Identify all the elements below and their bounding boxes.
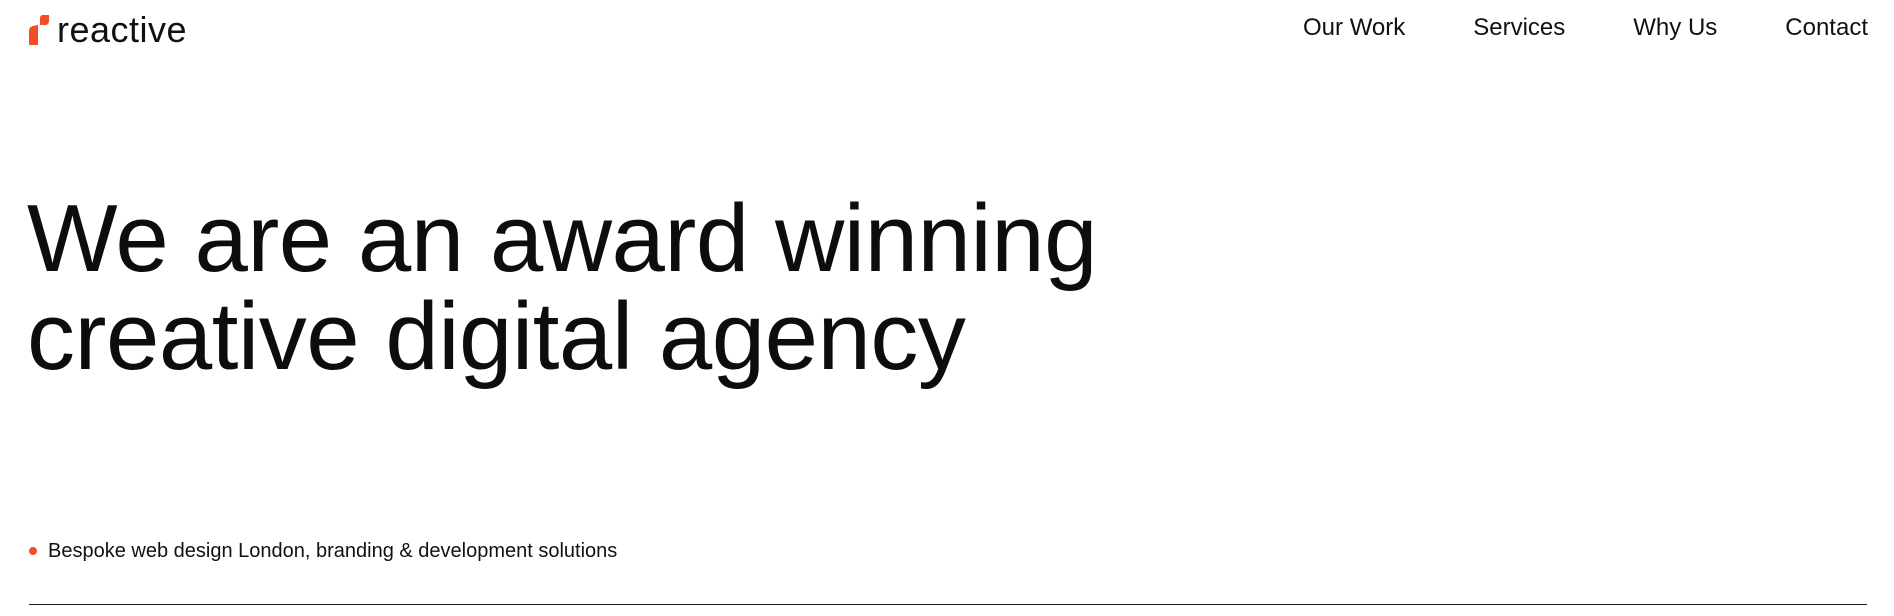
page: reactive Our Work Services Why Us Contac… bbox=[0, 0, 1894, 616]
bullet-dot-icon bbox=[29, 547, 37, 555]
hero-tagline: Bespoke web design London, branding & de… bbox=[29, 538, 617, 564]
brand-name: reactive bbox=[57, 9, 188, 50]
nav-item-services[interactable]: Services bbox=[1473, 12, 1565, 44]
site-header: reactive Our Work Services Why Us Contac… bbox=[0, 0, 1894, 64]
hero-headline: We are an award winning creative digital… bbox=[27, 185, 1098, 390]
reactive-logo-mark-icon bbox=[29, 15, 49, 45]
logo-link[interactable]: reactive bbox=[29, 12, 187, 48]
section-divider bbox=[29, 604, 1867, 605]
nav-item-why-us[interactable]: Why Us bbox=[1633, 12, 1717, 44]
nav-item-contact[interactable]: Contact bbox=[1785, 12, 1868, 44]
hero-tagline-text: Bespoke web design London, branding & de… bbox=[48, 540, 618, 562]
hero-headline-line-2: creative digital agency bbox=[27, 283, 966, 390]
main-nav: Our Work Services Why Us Contact bbox=[1303, 12, 1868, 44]
hero-headline-line-1: We are an award winning bbox=[27, 185, 1098, 292]
nav-item-our-work[interactable]: Our Work bbox=[1303, 12, 1405, 44]
